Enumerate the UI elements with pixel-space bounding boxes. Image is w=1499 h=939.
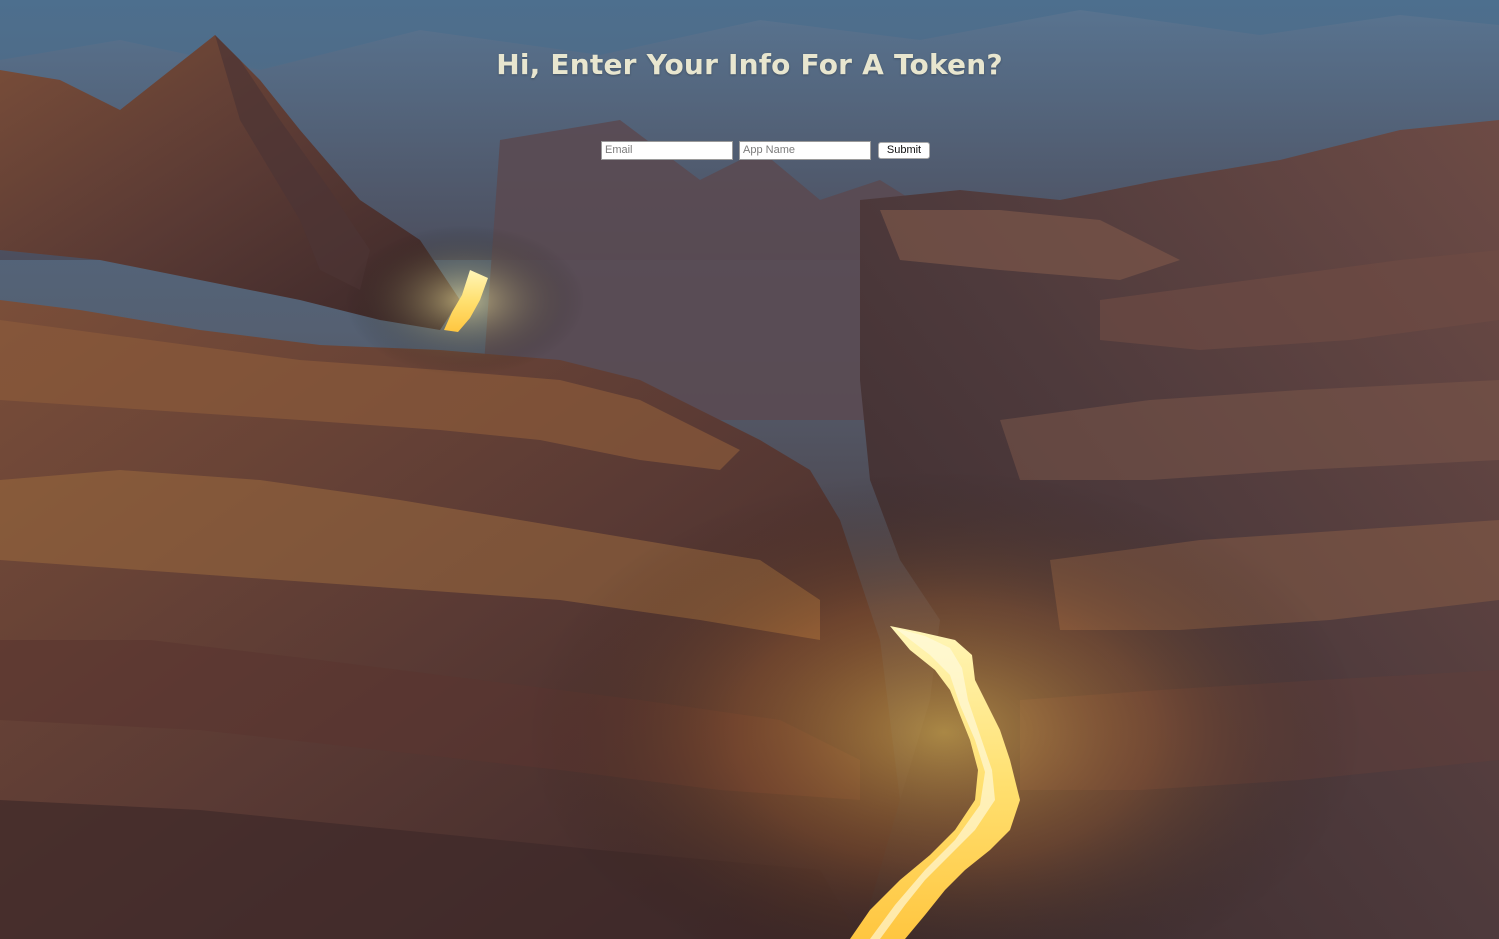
app-name-input[interactable]: [739, 140, 871, 160]
page-heading: Hi, Enter Your Info For A Token?: [496, 48, 1003, 81]
submit-button[interactable]: Submit: [878, 141, 930, 159]
email-input[interactable]: [601, 140, 733, 160]
token-request-form: Submit: [601, 140, 930, 160]
